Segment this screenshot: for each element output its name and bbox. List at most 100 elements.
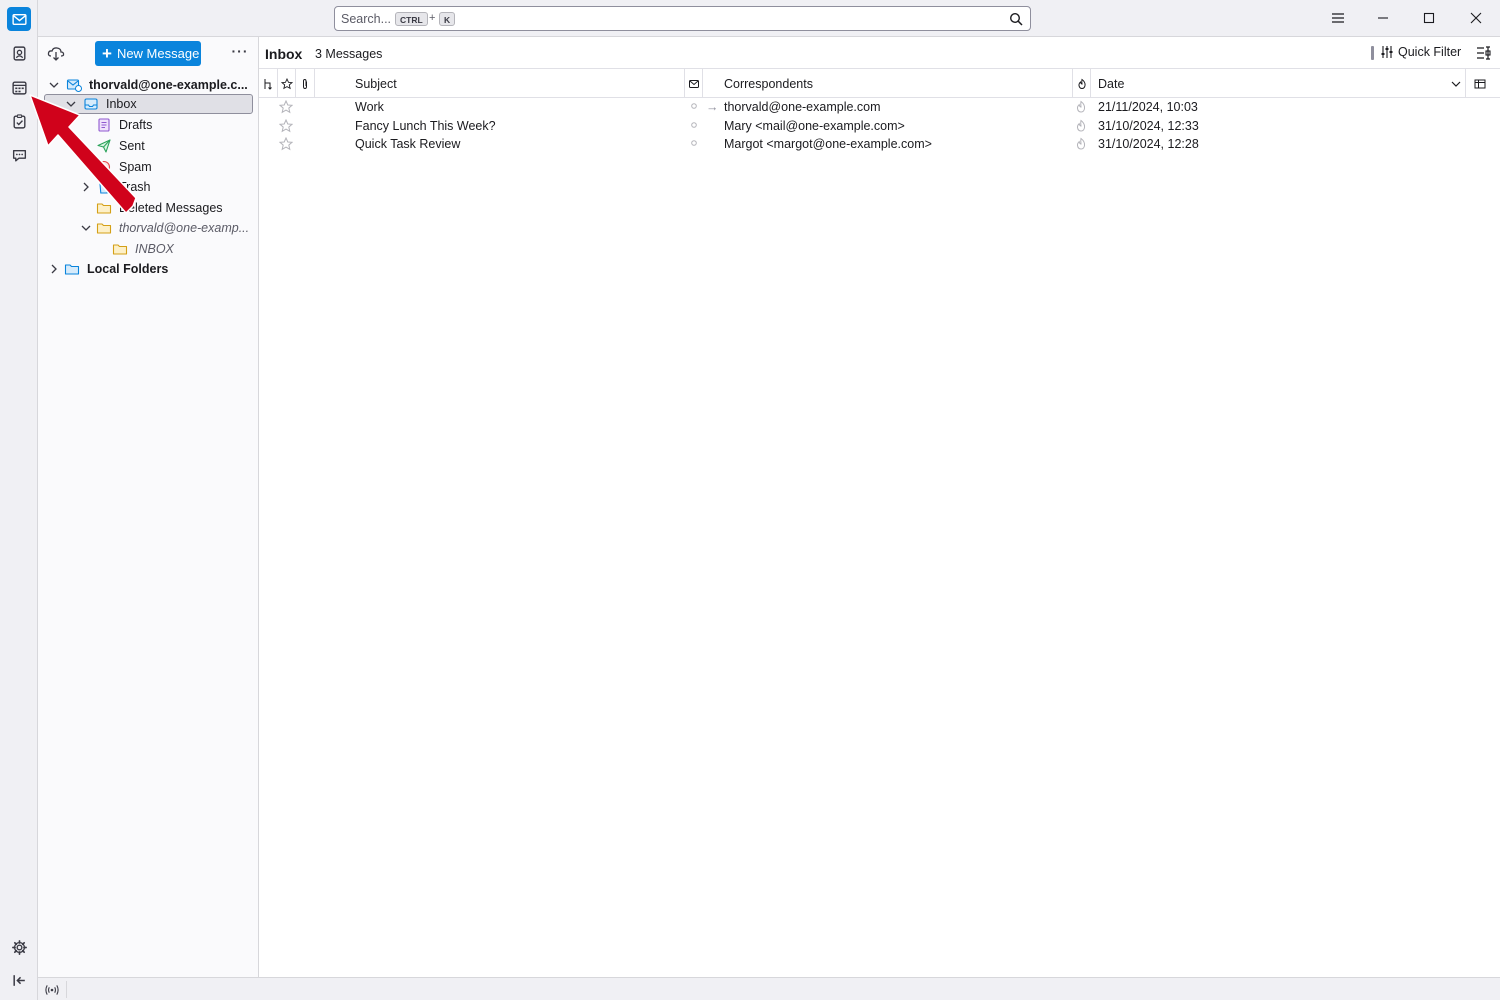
message-correspondent: thorvald@one-example.com <box>724 100 881 114</box>
message-correspondent: Mary <mail@one-example.com> <box>724 119 905 133</box>
chat-icon <box>12 149 26 162</box>
folder-sub-inbox[interactable]: INBOX <box>112 239 174 259</box>
message-row[interactable]: Fancy Lunch This Week? Mary <mail@one-ex… <box>259 117 1500 136</box>
junk-toggle[interactable] <box>1074 137 1088 154</box>
close-icon <box>1470 12 1482 24</box>
global-search-input[interactable]: Search... CTRL + K <box>334 6 1031 31</box>
tasks-icon <box>12 113 26 129</box>
get-messages-icon[interactable] <box>46 44 66 62</box>
app-menu-button[interactable] <box>1325 6 1351 30</box>
column-headers: Subject Correspondents Date <box>259 69 1500 98</box>
star-icon <box>278 99 294 114</box>
trash-icon <box>99 181 109 194</box>
star-icon <box>278 136 294 151</box>
folder-pane-menu-button[interactable]: ··· <box>230 43 250 61</box>
mail-space-button[interactable] <box>7 7 31 31</box>
folder-sent[interactable]: Sent <box>96 136 145 156</box>
shortcut-key-ctrl: CTRL <box>395 12 428 26</box>
tasks-space-button[interactable] <box>7 109 31 133</box>
read-toggle[interactable] <box>688 137 702 154</box>
maximize-button[interactable] <box>1416 6 1442 30</box>
folder-label: Trash <box>119 180 151 194</box>
minimize-icon <box>1378 17 1388 19</box>
message-subject: Work <box>355 100 384 114</box>
folder-label: Spam <box>119 160 152 174</box>
account-name: thorvald@one-example.c... <box>89 78 248 92</box>
outgoing-arrow-icon: → <box>706 100 719 114</box>
folder-account[interactable]: thorvald@one-example.c... <box>48 75 256 95</box>
new-message-label: New Message <box>116 46 200 61</box>
folder-trash[interactable]: Trash <box>80 177 151 197</box>
star-toggle[interactable] <box>278 99 294 117</box>
star-toggle[interactable] <box>278 118 294 136</box>
junk-toggle[interactable] <box>1074 100 1088 117</box>
star-toggle[interactable] <box>278 136 294 154</box>
quick-filter-button[interactable]: Quick Filter <box>1380 45 1461 59</box>
folder-sub-account[interactable]: thorvald@one-examp... <box>80 218 249 238</box>
star-icon <box>278 118 294 133</box>
calendar-space-button[interactable] <box>7 75 31 99</box>
junk-icon <box>1077 78 1086 89</box>
folder-inbox[interactable]: Inbox <box>44 94 253 114</box>
read-toggle[interactable] <box>688 119 702 136</box>
junk-icon <box>1076 137 1086 150</box>
read-toggle[interactable] <box>688 100 702 117</box>
message-row[interactable]: Work → thorvald@one-example.com 21/11/20… <box>259 98 1500 117</box>
chat-space-button[interactable] <box>7 143 31 167</box>
chevron-right-icon[interactable] <box>80 181 92 193</box>
sent-icon <box>97 139 111 153</box>
calendar-icon <box>11 80 27 95</box>
message-date: 31/10/2024, 12:33 <box>1098 119 1199 133</box>
junk-toggle[interactable] <box>1074 119 1088 136</box>
folder-icon <box>96 223 112 234</box>
display-options-icon[interactable] <box>1475 45 1491 61</box>
date-column-header[interactable]: Date <box>1091 69 1466 98</box>
folder-icon <box>96 203 112 214</box>
thread-column-header[interactable] <box>259 69 278 98</box>
chevron-down-icon[interactable] <box>65 98 77 110</box>
read-status-column-header[interactable] <box>685 69 703 98</box>
correspondents-column-header[interactable]: Correspondents <box>703 69 1073 98</box>
unread-dot-icon <box>691 122 697 128</box>
message-subject: Quick Task Review <box>355 137 461 151</box>
folder-deleted-messages[interactable]: Deleted Messages <box>96 198 223 218</box>
spaces-toolbar <box>0 0 38 1000</box>
star-column-header[interactable] <box>278 69 296 98</box>
address-book-space-button[interactable] <box>7 41 31 65</box>
message-date: 21/11/2024, 10:03 <box>1098 100 1198 114</box>
folder-spam[interactable]: Spam <box>96 157 152 177</box>
folder-label: Drafts <box>119 118 153 132</box>
message-subject: Fancy Lunch This Week? <box>355 119 496 133</box>
message-row[interactable]: Quick Task Review Margot <margot@one-exa… <box>259 135 1500 154</box>
junk-icon <box>1076 100 1086 113</box>
new-message-button[interactable]: + New Message <box>95 41 201 66</box>
close-window-button[interactable] <box>1463 6 1489 30</box>
minimize-button[interactable] <box>1370 6 1396 30</box>
collapse-spaces-button[interactable] <box>7 968 31 992</box>
search-icon[interactable] <box>1008 11 1024 27</box>
subject-column-header[interactable]: Subject <box>315 69 685 98</box>
quick-filter-label: Quick Filter <box>1398 45 1462 59</box>
folder-local-folders[interactable]: Local Folders <box>48 259 168 279</box>
status-divider <box>66 981 67 998</box>
column-picker-icon <box>1474 79 1486 88</box>
junk-icon <box>1076 119 1086 132</box>
unread-dot-icon <box>691 140 697 146</box>
junk-column-header[interactable] <box>1073 69 1091 98</box>
chevron-right-icon[interactable] <box>48 263 60 275</box>
account-mail-icon <box>66 79 82 92</box>
star-icon <box>280 77 293 89</box>
folder-label: Deleted Messages <box>119 201 223 215</box>
column-picker[interactable] <box>1466 69 1494 98</box>
settings-button[interactable] <box>7 935 31 959</box>
date-column-label: Date <box>1098 76 1125 91</box>
chevron-down-icon[interactable] <box>80 222 92 234</box>
folder-label: INBOX <box>135 242 174 256</box>
collapse-icon <box>12 974 25 986</box>
chevron-down-icon[interactable] <box>48 79 60 91</box>
online-status-icon[interactable] <box>44 982 60 998</box>
paperclip-icon <box>303 78 307 89</box>
attachment-column-header[interactable] <box>296 69 315 98</box>
folder-drafts[interactable]: Drafts <box>96 115 152 135</box>
thread-icon <box>264 78 272 90</box>
